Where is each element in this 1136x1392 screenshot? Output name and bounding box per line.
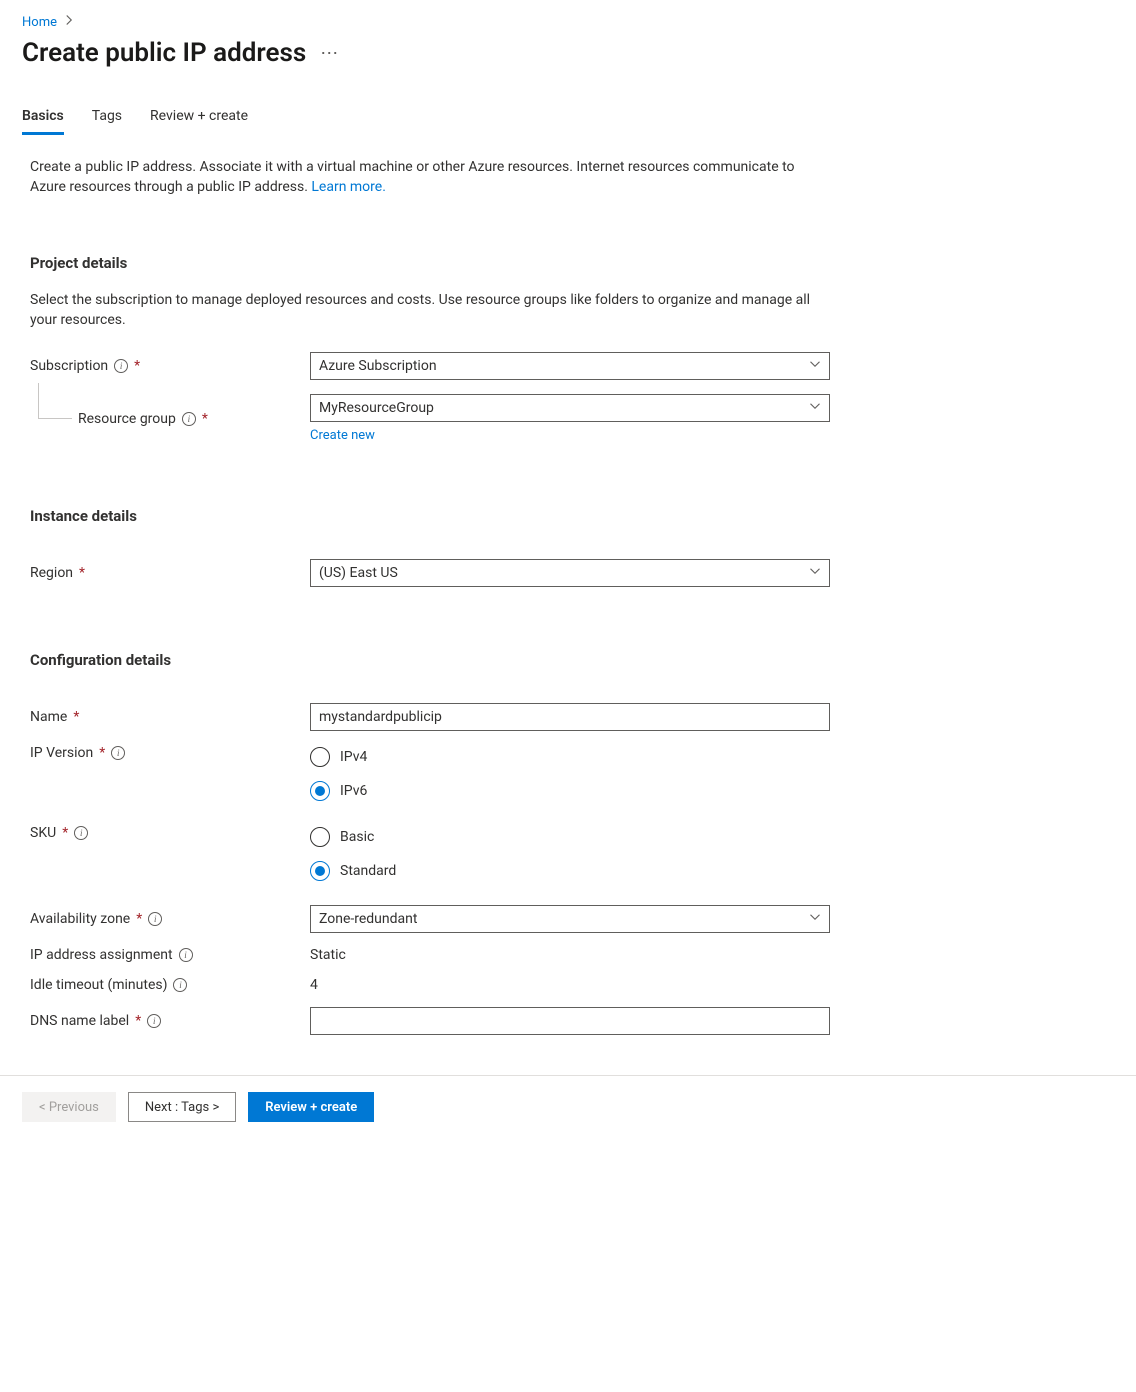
project-details-desc: Select the subscription to manage deploy… [22, 290, 822, 331]
ip-version-label: IP Version * i [30, 745, 310, 761]
configuration-details-heading: Configuration details [22, 651, 1114, 669]
tabs: Basics Tags Review + create [22, 108, 1114, 135]
idle-timeout-label: Idle timeout (minutes) i [30, 977, 310, 993]
instance-details-heading: Instance details [22, 507, 1114, 525]
tab-review[interactable]: Review + create [150, 108, 248, 135]
info-icon[interactable]: i [114, 359, 128, 373]
chevron-down-icon [809, 565, 821, 581]
chevron-down-icon [809, 911, 821, 927]
name-input[interactable] [310, 703, 830, 731]
sku-standard-radio[interactable]: Standard [310, 861, 830, 881]
region-select[interactable]: (US) East US [310, 559, 830, 587]
info-icon[interactable]: i [173, 978, 187, 992]
ip-version-ipv6-radio[interactable]: IPv6 [310, 781, 830, 801]
tab-basics[interactable]: Basics [22, 108, 64, 135]
ip-assignment-label: IP address assignment i [30, 947, 310, 963]
dns-name-label: DNS name label * i [30, 1013, 310, 1029]
chevron-down-icon [809, 400, 821, 416]
tab-tags[interactable]: Tags [92, 108, 122, 135]
dns-name-input[interactable] [310, 1007, 830, 1035]
sku-label: SKU * i [30, 825, 310, 841]
resource-group-label: Resource group i * [30, 411, 310, 427]
info-icon[interactable]: i [179, 948, 193, 962]
create-new-rg-link[interactable]: Create new [310, 428, 375, 443]
sku-basic-radio[interactable]: Basic [310, 827, 830, 847]
chevron-right-icon [63, 14, 75, 30]
breadcrumb: Home [22, 14, 1114, 30]
availability-zone-label: Availability zone * i [30, 911, 310, 927]
region-label: Region * [30, 565, 310, 581]
breadcrumb-home[interactable]: Home [22, 15, 57, 30]
info-icon[interactable]: i [182, 412, 196, 426]
name-label: Name * [30, 709, 310, 725]
chevron-down-icon [809, 358, 821, 374]
ip-assignment-value: Static [310, 947, 346, 963]
tree-connector [38, 383, 72, 419]
previous-button: < Previous [22, 1092, 116, 1122]
resource-group-select[interactable]: MyResourceGroup [310, 394, 830, 422]
page-title: Create public IP address [22, 38, 306, 68]
learn-more-link[interactable]: Learn more. [311, 179, 386, 195]
info-icon[interactable]: i [148, 912, 162, 926]
info-icon[interactable]: i [74, 826, 88, 840]
ip-version-ipv4-radio[interactable]: IPv4 [310, 747, 830, 767]
more-actions-icon[interactable]: ⋯ [320, 43, 339, 64]
idle-timeout-value: 4 [310, 977, 318, 993]
intro-text: Create a public IP address. Associate it… [22, 157, 822, 198]
availability-zone-select[interactable]: Zone-redundant [310, 905, 830, 933]
subscription-label: Subscription i * [30, 358, 310, 374]
info-icon[interactable]: i [147, 1014, 161, 1028]
review-create-button[interactable]: Review + create [248, 1092, 374, 1122]
next-button[interactable]: Next : Tags > [128, 1092, 236, 1122]
footer-bar: < Previous Next : Tags > Review + create [0, 1075, 1136, 1138]
info-icon[interactable]: i [111, 746, 125, 760]
project-details-heading: Project details [22, 254, 1114, 272]
subscription-select[interactable]: Azure Subscription [310, 352, 830, 380]
